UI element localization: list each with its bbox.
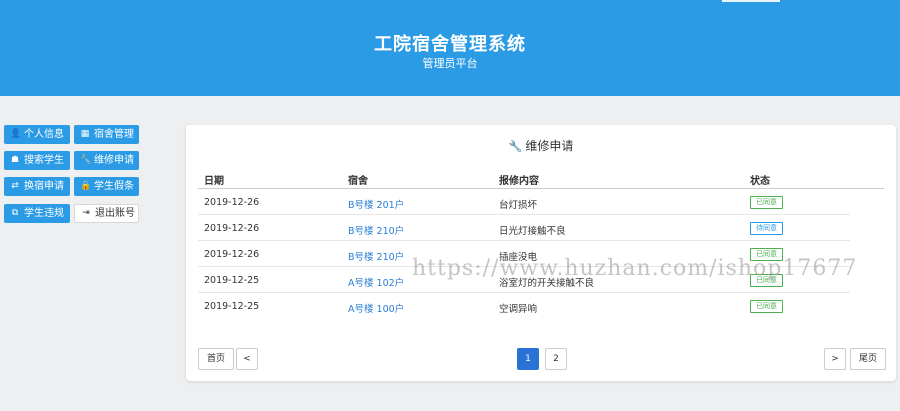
status-badge: 待同意 — [750, 222, 783, 235]
sidebar-item-dorm-management[interactable]: ▦ 宿舍管理 — [74, 125, 139, 144]
sidebar-item-room-swap[interactable]: ⇄ 换宿申请 — [4, 177, 70, 196]
cell-date: 2019-12-25 — [204, 301, 260, 312]
sidebar-item-label: 学生违规 — [24, 208, 64, 219]
sidebar-item-profile[interactable]: 👤 个人信息 — [4, 125, 70, 144]
row-divider — [198, 214, 850, 215]
building-icon: ▦ — [80, 129, 90, 139]
column-header-status: 状态 — [750, 176, 770, 187]
sidebar-item-repair[interactable]: 🔧 维修申请 — [74, 151, 139, 170]
cell-content: 台灯损坏 — [499, 200, 538, 211]
panel-title-text: 维修申请 — [525, 139, 574, 153]
cell-dorm-link[interactable]: A号楼 100户 — [348, 301, 404, 315]
sidebar-item-label: 宿舍管理 — [94, 129, 134, 140]
exit-icon: ⇥ — [82, 208, 90, 218]
app-title: 工院宿舍管理系统 — [374, 34, 526, 55]
column-header-content: 报修内容 — [499, 176, 539, 187]
lock-icon: 🔒 — [80, 181, 92, 191]
pagination-prev-button[interactable]: < — [236, 348, 258, 370]
cell-content: 空调异响 — [499, 304, 538, 315]
cell-date: 2019-12-26 — [204, 223, 260, 234]
pagination-page-1[interactable]: 1 — [517, 348, 539, 370]
student-icon: ☗ — [10, 155, 20, 165]
cell-date: 2019-12-26 — [204, 197, 260, 208]
logout-button[interactable]: ⇥ 退出账号 — [74, 204, 139, 223]
watermark: https://www.huzhan.com/ishop17677 — [412, 256, 858, 281]
sidebar-item-leave-notes[interactable]: 🔒 学生假条 — [74, 177, 139, 196]
sidebar-item-label: 个人信息 — [24, 129, 64, 140]
status-badge: 已同意 — [750, 300, 783, 313]
sidebar-item-violations[interactable]: ⧉ 学生违规 — [4, 204, 70, 223]
cell-dorm-link[interactable]: B号楼 210户 — [348, 249, 404, 263]
cell-content: 日光灯接触不良 — [499, 226, 566, 237]
pagination-first-button[interactable]: 首页 — [198, 348, 234, 370]
pagination-last-button[interactable]: 尾页 — [850, 348, 886, 370]
header-bar: 工院宿舍管理系统 管理员平台 — [0, 0, 900, 96]
cell-date: 2019-12-25 — [204, 275, 260, 286]
repair-requests-panel: 🔧 维修申请 日期 宿舍 报修内容 状态 2019-12-26 B号楼 201户 … — [186, 125, 896, 381]
sidebar-item-label: 学生假条 — [94, 181, 134, 192]
column-header-dorm: 宿舍 — [348, 176, 368, 187]
header-indicator — [722, 0, 780, 2]
sidebar-item-label: 换宿申请 — [24, 181, 64, 192]
user-icon: 👤 — [10, 129, 22, 139]
row-divider — [198, 240, 850, 241]
sidebar-item-label: 搜索学生 — [24, 155, 64, 166]
cell-dorm-link[interactable]: A号楼 102户 — [348, 275, 404, 289]
copy-icon: ⧉ — [11, 208, 19, 218]
app-subtitle: 管理员平台 — [422, 57, 478, 70]
wrench-icon: 🔧 — [80, 155, 92, 165]
sidebar-item-search-student[interactable]: ☗ 搜索学生 — [4, 151, 70, 170]
table-header-divider — [198, 188, 884, 189]
sidebar-item-label: 维修申请 — [94, 155, 134, 166]
cell-dorm-link[interactable]: B号楼 201户 — [348, 197, 404, 211]
swap-icon: ⇄ — [11, 181, 19, 191]
pagination-page-2[interactable]: 2 — [545, 348, 567, 370]
cell-date: 2019-12-26 — [204, 249, 260, 260]
panel-title: 🔧 维修申请 — [186, 137, 896, 154]
status-badge: 已同意 — [750, 196, 783, 209]
wrench-icon: 🔧 — [508, 140, 523, 153]
cell-dorm-link[interactable]: B号楼 210户 — [348, 223, 404, 237]
row-divider — [198, 292, 850, 293]
column-header-date: 日期 — [204, 176, 224, 187]
sidebar-item-label: 退出账号 — [95, 208, 135, 219]
pagination-next-button[interactable]: > — [824, 348, 846, 370]
